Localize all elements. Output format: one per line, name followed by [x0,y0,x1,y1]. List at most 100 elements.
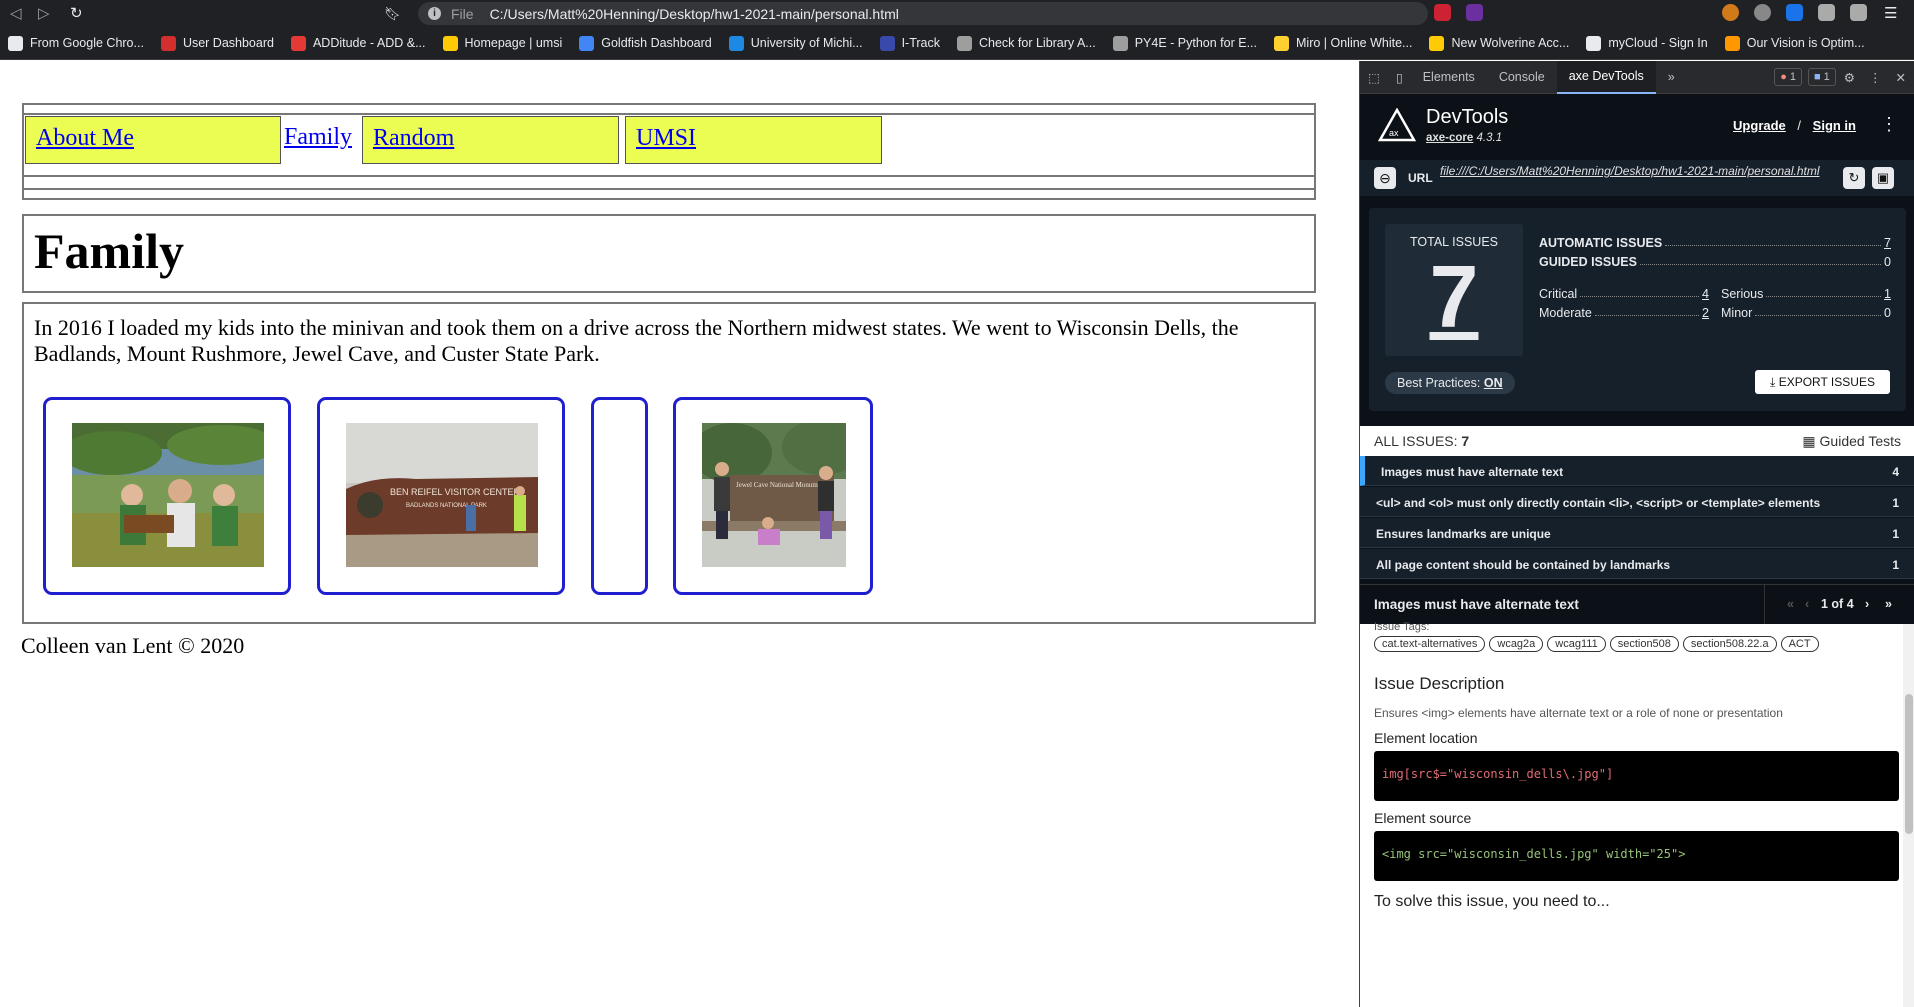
save-scan-icon[interactable]: ▣ [1872,167,1894,189]
bookmark-label: New Wolverine Acc... [1451,36,1570,50]
extension-w-icon[interactable] [1754,4,1771,21]
extension-triangle-icon[interactable] [1786,4,1803,21]
devtools-menu-icon[interactable]: ⋮ [1863,61,1888,94]
nav-link-random[interactable]: Random [373,125,454,151]
export-issues-button[interactable]: ⤓ EXPORT ISSUES [1755,370,1890,394]
back-icon[interactable]: ◁ [10,4,22,22]
tab-axe-devtools[interactable]: axe DevTools [1556,61,1656,94]
nav-link-umsi[interactable]: UMSI [636,125,696,151]
forward-icon[interactable]: ▷ [38,4,50,22]
issue-count: 1 [1892,527,1899,541]
photo-card-badlands: BEN REIFEL VISITOR CENTER BADLANDS NATIO… [317,397,565,595]
element-location-code[interactable]: img[src$="wisconsin_dells\.jpg"] [1374,751,1899,801]
message-count: 1 [1823,71,1830,83]
bookmark-item[interactable]: New Wolverine Acc... [1429,35,1570,51]
rescan-icon[interactable]: ↻ [1843,167,1865,189]
issue-tag: section508.22.a [1682,636,1777,652]
prev-page-icon[interactable]: ‹ [1805,597,1809,611]
bookmark-item[interactable]: myCloud - Sign In [1586,35,1708,51]
issue-tag: wcag2a [1489,636,1544,652]
issue-pager: « ‹ 1 of 4 › » [1764,585,1914,625]
browser-menu-icon[interactable]: ☰ [1884,4,1897,22]
scrollbar-thumb[interactable] [1905,694,1913,834]
bookmark-item[interactable]: Goldfish Dashboard [579,35,712,51]
bookmark-item[interactable]: I-Track [879,35,940,51]
upgrade-link[interactable]: Upgrade [1733,118,1786,133]
total-issues-label: TOTAL ISSUES [1410,235,1498,249]
bookmark-favicon-icon [957,35,972,51]
error-count-badge[interactable]: ● 1 [1774,68,1803,86]
bookmark-item[interactable]: Check for Library A... [957,35,1096,51]
issue-row[interactable]: Images must have alternate text 4 [1360,456,1914,486]
close-devtools-icon[interactable]: ✕ [1888,61,1914,94]
first-page-icon[interactable]: « [1787,597,1794,611]
tab-console[interactable]: Console [1487,61,1557,94]
total-issues-count[interactable]: 7 [1385,249,1523,345]
nav-item-umsi[interactable]: UMSI [625,116,882,164]
nav-item-random[interactable]: Random [362,116,619,164]
extensions-puzzle-icon[interactable] [1818,4,1835,21]
brave-rewards-icon[interactable] [1466,4,1483,21]
error-count: 1 [1789,71,1797,83]
bookmarks-bar: From Google Chro... User Dashboard ADDitud… [0,27,1914,60]
bookmark-item[interactable]: Our Vision is Optim... [1724,35,1865,51]
issue-row[interactable]: Ensures landmarks are unique 1 [1360,518,1914,548]
bookmark-item[interactable]: ADDitude - ADD &... [290,35,426,51]
device-toolbar-icon[interactable]: ▯ [1388,61,1411,94]
bookmark-item[interactable]: From Google Chro... [8,35,144,51]
bookmark-item[interactable]: Miro | Online White... [1274,35,1412,51]
bookmark-item[interactable]: User Dashboard [160,35,274,51]
bookmark-label: Homepage | umsi [464,36,563,50]
reload-icon[interactable]: ↻ [70,4,83,22]
issue-tags-label: Issue Tags: [1374,621,1430,633]
nav-item-family[interactable]: Family [278,116,362,164]
brave-shield-icon[interactable] [1434,4,1451,21]
url-back-icon[interactable]: ⊖ [1374,167,1396,189]
nav-link-about[interactable]: About Me [36,125,134,151]
critical-count[interactable]: 4 [1702,287,1709,301]
extension-cookie-icon[interactable] [1722,4,1739,21]
bookmark-item[interactable]: University of Michi... [728,35,863,51]
issue-tag: ACT [1780,636,1819,652]
address-scheme: File [451,5,474,22]
guided-tests-button[interactable]: ▦ Guided Tests [1802,433,1901,450]
info-icon[interactable]: i [428,7,441,20]
moderate-count[interactable]: 2 [1702,306,1709,320]
next-page-icon[interactable]: › [1865,597,1869,611]
issue-title: <ul> and <ol> must only directly contain… [1376,496,1821,510]
automatic-issues-count[interactable]: 7 [1884,236,1891,250]
axe-url-row: ⊖ URL file:///C:/Users/Matt%20Henning/De… [1360,160,1914,196]
message-count-badge[interactable]: ■ 1 [1808,68,1836,86]
issue-description-heading: Issue Description [1374,674,1505,693]
bookmark-item[interactable]: PY4E - Python for E... [1112,35,1257,51]
issue-row[interactable]: <ul> and <ol> must only directly contain… [1360,487,1914,517]
critical-row: Critical 4 [1539,287,1709,301]
bookmark-item[interactable]: Homepage | umsi [442,35,563,51]
address-bar[interactable]: i File C:/Users/Matt%20Henning/Desktop/h… [418,2,1428,25]
reading-list-icon[interactable] [1850,4,1867,21]
inspect-element-icon[interactable]: ⬚ [1360,61,1388,94]
devtools-panel: ⬚ ▯ Elements Console axe DevTools » ● 1 ■… [1359,61,1914,1007]
svg-text:ax: ax [1389,128,1399,138]
last-page-icon[interactable]: » [1885,597,1892,611]
issue-title: Ensures landmarks are unique [1376,527,1551,541]
best-practices-toggle[interactable]: Best Practices: ON [1385,372,1515,394]
issue-row[interactable]: All page content should be contained by … [1360,549,1914,579]
axe-core-version: axe-core 4.3.1 [1426,132,1502,144]
settings-gear-icon[interactable]: ⚙ [1836,61,1863,94]
page-footer: Colleen van Lent © 2020 [21,633,245,658]
more-tabs-icon[interactable]: » [1656,61,1687,94]
issue-tags: cat.text-alternatives wcag2a wcag111 sectio… [1374,636,1823,652]
axe-menu-icon[interactable]: ⋮ [1880,114,1898,135]
photo-card-broken [591,397,648,595]
serious-count[interactable]: 1 [1884,287,1891,301]
detail-scrollbar[interactable] [1903,624,1914,1007]
sign-in-link[interactable]: Sign in [1813,118,1856,133]
nav-link-family[interactable]: Family [284,124,352,150]
nav-item-about[interactable]: About Me [25,116,281,164]
bookmark-star-icon[interactable]: 🔖︎ [384,6,401,22]
axe-logo-icon: ax [1378,108,1416,142]
element-source-code[interactable]: <img src="wisconsin_dells.jpg" width="25… [1374,831,1899,881]
tab-elements[interactable]: Elements [1411,61,1487,94]
axe-core-link[interactable]: axe-core [1426,132,1473,144]
